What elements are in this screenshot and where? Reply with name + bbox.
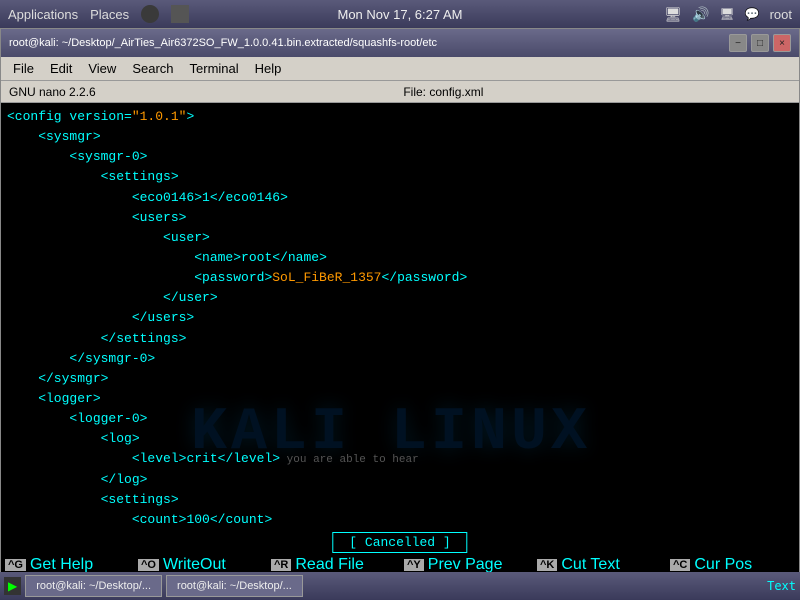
shortcut-key-r: ^R — [271, 559, 291, 571]
nano-version: GNU nano 2.2.6 — [9, 85, 96, 99]
shortcut-key-o: ^O — [138, 559, 159, 571]
menu-edit[interactable]: Edit — [42, 59, 80, 78]
taskbar: ▶ root@kali: ~/Desktop/... root@kali: ~/… — [0, 572, 800, 600]
maximize-button[interactable]: □ — [751, 34, 769, 52]
menu-bar: File Edit View Search Terminal Help — [1, 57, 799, 81]
system-bar-right: 🖥 🔊 🖥 💬 root — [664, 6, 792, 23]
nano-window: root@kali: ~/Desktop/_AirTies_Air6372SO_… — [0, 28, 800, 600]
xml-line-20: <settings> — [7, 490, 793, 510]
minimize-button[interactable]: − — [729, 34, 747, 52]
xml-line-1: <config version="1.0.1"> — [7, 107, 793, 127]
text-label: Text — [767, 579, 796, 593]
system-bar-left: Applications Places — [8, 5, 189, 23]
xml-line-18: <level>crit</level> you are able to hear — [7, 449, 793, 469]
title-bar-buttons: − □ × — [729, 34, 791, 52]
shortcut-key-y: ^Y — [404, 559, 424, 571]
xml-line-10: </user> — [7, 288, 793, 308]
menu-file[interactable]: File — [5, 59, 42, 78]
shortcut-label-get-help: Get Help — [30, 556, 93, 574]
close-button[interactable]: × — [773, 34, 791, 52]
xml-line-14: </sysmgr> — [7, 369, 793, 389]
xml-line-7: <user> — [7, 228, 793, 248]
xml-line-11: </users> — [7, 308, 793, 328]
shortcut-label-read-file: Read File — [295, 556, 363, 574]
window-title: root@kali: ~/Desktop/_AirTies_Air6372SO_… — [9, 37, 437, 49]
xml-line-3: <sysmgr-0> — [7, 147, 793, 167]
terminal-icon — [171, 5, 189, 23]
shortcut-label-writeout: WriteOut — [163, 556, 226, 574]
nano-status-bar: GNU nano 2.2.6 File: config.xml — [1, 81, 799, 103]
nano-filename: File: config.xml — [403, 85, 483, 99]
shortcut-label-cut-text: Cut Text — [561, 556, 619, 574]
menu-terminal[interactable]: Terminal — [182, 59, 247, 78]
cancelled-notification: [ Cancelled ] — [332, 532, 467, 553]
taskbar-item-1[interactable]: root@kali: ~/Desktop/... — [25, 575, 162, 597]
xml-line-13: </sysmgr-0> — [7, 349, 793, 369]
xml-line-5: <eco0146>1</eco0146> — [7, 188, 793, 208]
display-icon: 🖥 — [719, 7, 734, 21]
taskbar-item-2[interactable]: root@kali: ~/Desktop/... — [166, 575, 303, 597]
datetime-display: Mon Nov 17, 6:27 AM — [337, 7, 462, 22]
shortcut-label-prev-page: Prev Page — [428, 556, 503, 574]
xml-line-17: <log> — [7, 429, 793, 449]
chat-icon: 💬 — [745, 7, 760, 21]
applications-menu[interactable]: Applications — [8, 7, 78, 22]
editor-area[interactable]: KALI LINUX <config version="1.0.1"> <sys… — [1, 103, 799, 553]
shortcut-key-c: ^C — [670, 559, 690, 571]
terminal-icon-taskbar: ▶ — [4, 577, 21, 595]
xml-line-19: </log> — [7, 470, 793, 490]
xml-line-21: <count>100</count> — [7, 510, 793, 530]
system-bar: Applications Places Mon Nov 17, 6:27 AM … — [0, 0, 800, 28]
kali-icon — [141, 5, 159, 23]
menu-help[interactable]: Help — [247, 59, 290, 78]
xml-line-15: <logger> — [7, 389, 793, 409]
xml-line-6: <users> — [7, 208, 793, 228]
title-bar: root@kali: ~/Desktop/_AirTies_Air6372SO_… — [1, 29, 799, 57]
volume-icon: 🔊 — [692, 6, 709, 23]
shortcut-key-k: ^K — [537, 559, 557, 571]
menu-view[interactable]: View — [80, 59, 124, 78]
shortcut-label-cur-pos: Cur Pos — [694, 556, 752, 574]
menu-search[interactable]: Search — [124, 59, 181, 78]
user-label: root — [770, 7, 792, 22]
xml-line-2: <sysmgr> — [7, 127, 793, 147]
xml-line-9: <password>SoL_FiBeR_1357</password> — [7, 268, 793, 288]
shortcut-key-g: ^G — [5, 559, 26, 571]
xml-line-8: <name>root</name> — [7, 248, 793, 268]
xml-line-4: <settings> — [7, 167, 793, 187]
network-icon: 🖥 — [664, 6, 682, 23]
xml-line-16: <logger-0> — [7, 409, 793, 429]
xml-line-12: </settings> — [7, 329, 793, 349]
places-menu[interactable]: Places — [90, 7, 129, 22]
